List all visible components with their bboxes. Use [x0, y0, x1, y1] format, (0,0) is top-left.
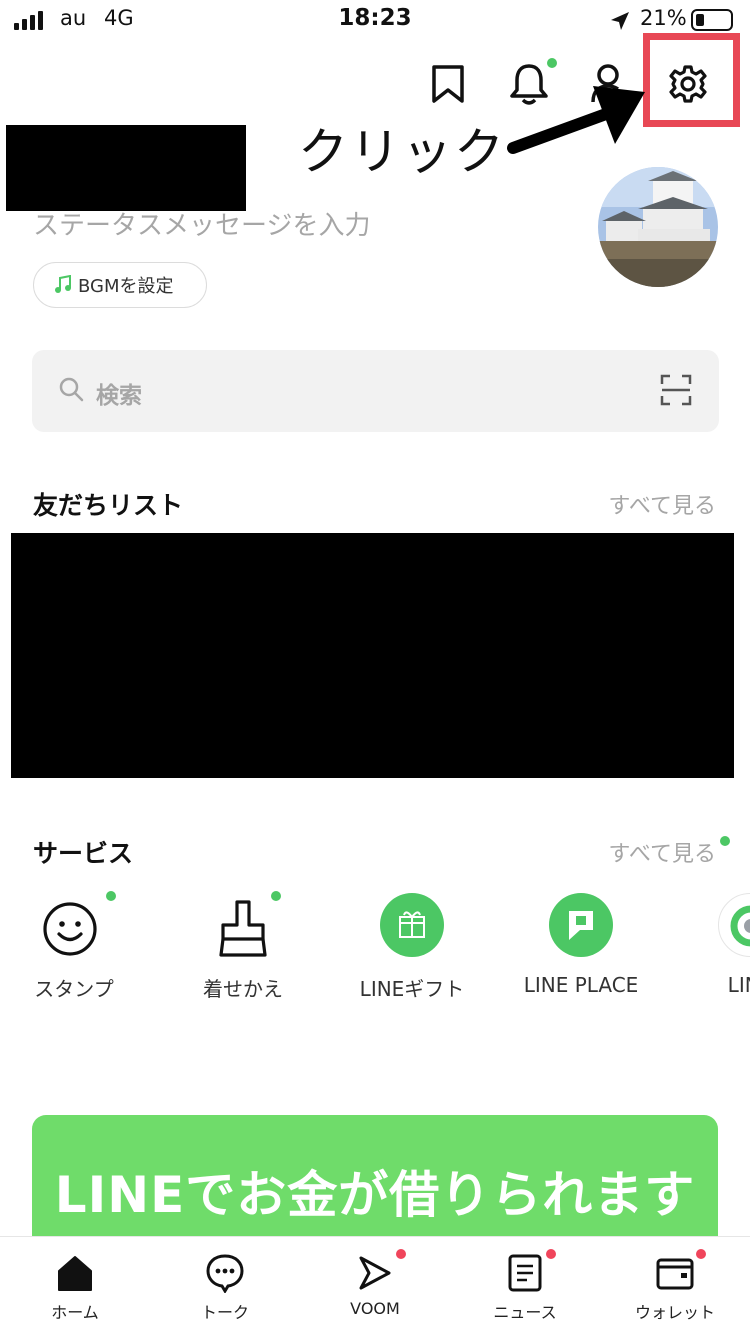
click-annotation-label: クリック [298, 123, 506, 181]
services-see-all-link[interactable]: すべて見る [608, 836, 716, 868]
bottom-tab-bar: ホーム トーク VOOM ニュース ウォレット [0, 1236, 750, 1334]
home-icon [58, 1256, 92, 1291]
music-note-icon [55, 275, 71, 293]
redacted-profile-name [6, 125, 246, 211]
friends-see-all-link[interactable]: すべて見る [608, 488, 716, 520]
bgm-label: BGMを設定 [78, 276, 174, 297]
service-label: スタンプ [34, 977, 114, 1001]
annotation-arrow-icon [507, 86, 645, 154]
brush-icon [219, 900, 267, 957]
service-label: LINE [727, 973, 750, 997]
tab-label: ウォレット [634, 1303, 715, 1322]
tab-wallet[interactable]: ウォレット [600, 1237, 750, 1334]
news-icon [508, 1254, 542, 1292]
services-title: サービス [33, 839, 134, 868]
tab-home[interactable]: ホーム [0, 1237, 150, 1334]
banner-text: LINEでお金が借りられます [54, 1166, 696, 1224]
voom-badge [396, 1249, 406, 1259]
bookmark-icon[interactable] [430, 64, 466, 104]
tab-label: VOOM [350, 1299, 400, 1318]
loan-banner[interactable]: LINEでお金が借りられます [32, 1115, 718, 1245]
status-message-input[interactable]: ステータスメッセージを入力 [33, 205, 370, 242]
wallet-badge [696, 1249, 706, 1259]
clock: 18:23 [338, 5, 412, 31]
service-label: LINE PLACE [523, 973, 639, 997]
chat-icon [206, 1254, 244, 1293]
news-badge [546, 1249, 556, 1259]
service-label: LINEギフト [359, 977, 465, 1001]
tab-label: ホーム [51, 1303, 99, 1322]
bgm-button[interactable]: BGMを設定 [33, 262, 207, 308]
gift-icon [380, 893, 444, 957]
services-badge [720, 836, 730, 846]
search-bar[interactable]: 検索 [32, 350, 719, 432]
search-icon [59, 377, 84, 402]
friends-list-title: 友だちリスト [33, 491, 184, 520]
avatar[interactable] [598, 167, 718, 287]
tab-label: ニュース [493, 1303, 557, 1322]
search-placeholder: 検索 [96, 383, 142, 409]
place-icon [549, 893, 613, 957]
wallet-icon [656, 1258, 694, 1290]
theme-badge [271, 891, 281, 901]
castle-photo [598, 167, 718, 287]
status-bar: au 4G 18:23 21% [0, 0, 750, 40]
battery-percent: 21% [640, 6, 687, 30]
stamp-badge [106, 891, 116, 901]
location-arrow-icon [611, 12, 629, 30]
notification-badge [547, 58, 557, 68]
tab-news[interactable]: ニュース [450, 1237, 600, 1334]
service-label: 着せかえ [203, 977, 283, 1001]
qr-scan-icon[interactable] [660, 374, 692, 406]
redacted-friends-list [11, 533, 734, 778]
battery-icon [691, 9, 733, 31]
smiley-icon [43, 902, 97, 956]
settings-highlight-box [643, 33, 740, 127]
voom-icon [359, 1256, 391, 1290]
tab-talk[interactable]: トーク [150, 1237, 300, 1334]
tab-voom[interactable]: VOOM [300, 1237, 450, 1334]
tab-label: トーク [200, 1303, 249, 1322]
partial-service-icon [718, 893, 750, 957]
